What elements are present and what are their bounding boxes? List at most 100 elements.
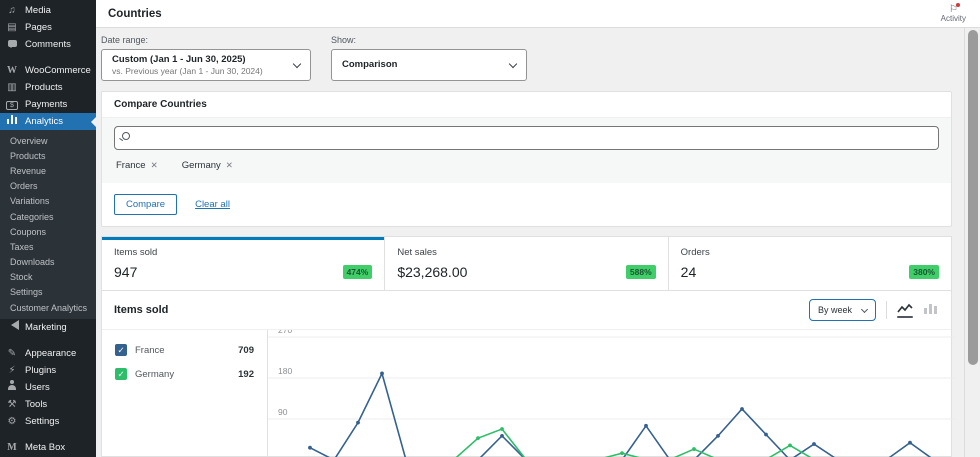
- submenu-item-settings[interactable]: Settings: [0, 285, 96, 300]
- date-range-label: Date range:: [101, 35, 311, 45]
- vertical-scrollbar[interactable]: [964, 28, 980, 457]
- submenu-item-taxes[interactable]: Taxes: [0, 239, 96, 254]
- sidebar-item-meta-box[interactable]: M Meta Box: [0, 439, 96, 456]
- chevron-down-icon: [293, 59, 301, 67]
- sidebar-item-settings[interactable]: ⚙ Settings: [0, 413, 96, 430]
- sidebar-item-label: WooCommerce: [25, 65, 91, 76]
- sidebar-item-appearance[interactable]: ✎ Appearance: [0, 345, 96, 362]
- date-range-select[interactable]: Custom (Jan 1 - Jun 30, 2025) vs. Previo…: [101, 49, 311, 81]
- sidebar-item-pages[interactable]: ▤ Pages: [0, 19, 96, 36]
- submenu-item-orders[interactable]: Orders: [0, 179, 96, 194]
- sidebar-item-plugins[interactable]: ⚡ Plugins: [0, 362, 96, 379]
- submenu-item-categories[interactable]: Categories: [0, 209, 96, 224]
- interval-select[interactable]: By week: [809, 299, 876, 321]
- sidebar-item-media[interactable]: ♫ Media: [0, 2, 96, 19]
- sidebar-item-woocommerce[interactable]: W WooCommerce: [0, 62, 96, 79]
- users-icon: [4, 379, 20, 396]
- submenu-item-coupons[interactable]: Coupons: [0, 224, 96, 239]
- admin-sidebar: ♫ Media ▤ Pages Comments W WooCommerce ▥…: [0, 0, 96, 457]
- payments-icon: $: [4, 96, 20, 113]
- remove-tag-icon[interactable]: ✕: [151, 160, 158, 171]
- menu-separator: [0, 53, 96, 62]
- legend-value: 192: [238, 369, 254, 380]
- sidebar-item-analytics[interactable]: Analytics: [0, 113, 96, 130]
- stat-value: 947: [114, 264, 137, 280]
- remove-tag-icon[interactable]: ✕: [226, 160, 233, 171]
- submenu-item-downloads[interactable]: Downloads: [0, 255, 96, 270]
- marketing-icon: [4, 319, 20, 336]
- sidebar-item-label: Tools: [25, 399, 47, 410]
- stat-tab-items-sold[interactable]: Items sold 947 474%: [102, 237, 385, 290]
- submenu-item-stock[interactable]: Stock: [0, 270, 96, 285]
- chart-plot-area: 090180270Dec2024Jan2025FebMarAprMayJun: [268, 330, 956, 456]
- stat-tab-net-sales[interactable]: Net sales $23,268.00 588%: [385, 237, 668, 290]
- plugins-icon: ⚡: [4, 362, 20, 379]
- compare-countries-body: France ✕ Germany ✕: [102, 118, 951, 183]
- bar-chart-toggle-icon[interactable]: [923, 303, 939, 318]
- show-value: Comparison: [342, 59, 397, 71]
- legend-label: Germany: [135, 369, 238, 380]
- sidebar-item-label: Comments: [25, 39, 71, 50]
- compare-button[interactable]: Compare: [114, 194, 177, 215]
- svg-text:270: 270: [278, 330, 292, 335]
- appearance-icon: ✎: [4, 345, 20, 362]
- compare-countries-title: Compare Countries: [102, 92, 951, 118]
- france-checkbox[interactable]: ✓: [115, 344, 127, 356]
- submenu-item-overview[interactable]: Overview: [0, 133, 96, 148]
- activity-button[interactable]: ⚐ Activity: [941, 4, 966, 24]
- menu-separator: [0, 430, 96, 439]
- sidebar-item-users[interactable]: Users: [0, 379, 96, 396]
- items-sold-chart-card: Items sold By week: [101, 290, 952, 457]
- submenu-item-variations[interactable]: Variations: [0, 194, 96, 209]
- page-header: Countries ⚐ Activity: [96, 0, 980, 28]
- stat-tab-orders[interactable]: Orders 24 380%: [669, 237, 951, 290]
- stat-label: Net sales: [397, 247, 655, 258]
- sidebar-item-marketing[interactable]: Marketing: [0, 319, 96, 336]
- divider: [886, 301, 887, 319]
- country-tag-germany: Germany ✕: [182, 160, 233, 171]
- country-search-input[interactable]: [114, 126, 939, 150]
- submenu-item-customer-analytics[interactable]: Customer Analytics: [0, 300, 96, 315]
- page-title: Countries: [108, 8, 162, 20]
- chevron-down-icon: [861, 305, 868, 312]
- legend-label: France: [135, 345, 238, 356]
- stat-change-badge: 588%: [626, 265, 656, 279]
- legend-row-france[interactable]: ✓ France 709: [102, 338, 267, 362]
- submenu-item-revenue[interactable]: Revenue: [0, 163, 96, 178]
- show-label: Show:: [331, 35, 527, 45]
- sidebar-item-label: Meta Box: [25, 442, 65, 453]
- tag-label: France: [116, 160, 146, 171]
- germany-checkbox[interactable]: ✓: [115, 368, 127, 380]
- comments-icon: [4, 36, 20, 53]
- legend-value: 709: [238, 345, 254, 356]
- clear-all-link[interactable]: Clear all: [195, 199, 230, 210]
- stat-change-badge: 380%: [909, 265, 939, 279]
- sidebar-item-label: Marketing: [25, 322, 67, 333]
- sidebar-item-label: Users: [25, 382, 50, 393]
- show-filter: Show: Comparison: [331, 35, 527, 81]
- pages-icon: ▤: [4, 19, 20, 36]
- woocommerce-icon: W: [4, 62, 20, 79]
- sidebar-item-label: Plugins: [25, 365, 56, 376]
- search-icon: [122, 132, 130, 140]
- sidebar-item-products[interactable]: ▥ Products: [0, 79, 96, 96]
- stat-change-badge: 474%: [343, 265, 373, 279]
- sidebar-item-comments[interactable]: Comments: [0, 36, 96, 53]
- line-chart-toggle-icon[interactable]: [897, 303, 913, 318]
- legend-row-germany[interactable]: ✓ Germany 192: [102, 362, 267, 386]
- submenu-item-products[interactable]: Products: [0, 148, 96, 163]
- summary-stats: Items sold 947 474% Net sales $23,268.00…: [101, 236, 952, 290]
- svg-text:180: 180: [278, 366, 292, 376]
- country-tag-france: France ✕: [116, 160, 158, 171]
- interval-value: By week: [818, 305, 852, 315]
- sidebar-item-label: Settings: [25, 416, 59, 427]
- sidebar-item-tools[interactable]: ⚒ Tools: [0, 396, 96, 413]
- selected-countries: France ✕ Germany ✕: [114, 150, 939, 173]
- stat-label: Items sold: [114, 247, 372, 258]
- report-filters: Date range: Custom (Jan 1 - Jun 30, 2025…: [101, 33, 952, 91]
- scrollbar-thumb[interactable]: [968, 30, 978, 365]
- show-select[interactable]: Comparison: [331, 49, 527, 81]
- chart-title: Items sold: [114, 304, 168, 316]
- items-sold-chart: 090180270Dec2024Jan2025FebMarAprMayJun: [268, 330, 956, 457]
- sidebar-item-payments[interactable]: $ Payments: [0, 96, 96, 113]
